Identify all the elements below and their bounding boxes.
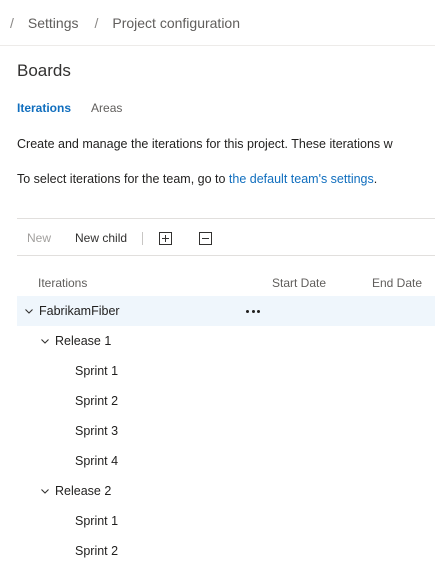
pivot-tabs: Iterations Areas	[17, 101, 142, 115]
tree-row-label: Release 1	[55, 334, 112, 348]
hint-prefix: To select iterations for the team, go to	[17, 172, 229, 186]
breadcrumb: / Settings / Project configuration	[10, 14, 240, 32]
hint-suffix: .	[373, 172, 378, 186]
toolbar: New New child	[17, 228, 213, 248]
tree-row-label: Release 2	[55, 484, 112, 498]
column-header-start-date[interactable]: Start Date	[272, 276, 326, 290]
tree-row-label: FabrikamFiber	[39, 304, 120, 318]
tree-row[interactable]: Release 1	[17, 326, 435, 356]
more-actions-icon[interactable]	[244, 304, 262, 318]
tree-row[interactable]: Sprint 4	[17, 446, 435, 476]
collapse-all-icon[interactable]	[199, 231, 213, 245]
breadcrumb-separator: /	[94, 15, 99, 31]
tab-areas[interactable]: Areas	[91, 101, 122, 115]
tree-row[interactable]: Sprint 1	[17, 506, 435, 536]
tree-row-label: Sprint 1	[75, 364, 119, 378]
toolbar-divider-top	[17, 218, 435, 219]
breadcrumb-project-configuration[interactable]: Project configuration	[112, 15, 240, 31]
chevron-down-icon[interactable]	[23, 305, 35, 317]
tree-row[interactable]: Sprint 2	[17, 536, 435, 562]
tree-row[interactable]: Sprint 1	[17, 356, 435, 386]
default-team-settings-link[interactable]: the default team's settings	[229, 172, 374, 186]
tree-row[interactable]: Release 2	[17, 476, 435, 506]
column-header-iterations[interactable]: Iterations	[38, 276, 87, 290]
toolbar-divider-bottom	[17, 255, 435, 256]
page: / Settings / Project configuration Board…	[0, 0, 435, 562]
description-text: Create and manage the iterations for thi…	[17, 137, 393, 151]
tree-row[interactable]: FabrikamFiber	[17, 296, 435, 326]
header-divider	[0, 45, 435, 46]
chevron-down-icon[interactable]	[39, 485, 51, 497]
tree-row-label: Sprint 2	[75, 544, 119, 558]
tab-iterations[interactable]: Iterations	[17, 101, 71, 115]
tree-row-label: Sprint 1	[75, 514, 119, 528]
team-settings-hint: To select iterations for the team, go to…	[17, 172, 377, 186]
column-header-end-date[interactable]: End Date	[372, 276, 422, 290]
breadcrumb-settings[interactable]: Settings	[28, 15, 79, 31]
new-button[interactable]: New	[27, 231, 51, 245]
tree-row-label: Sprint 4	[75, 454, 119, 468]
tree-row-label: Sprint 3	[75, 424, 119, 438]
toolbar-separator	[142, 231, 144, 245]
tree-row[interactable]: Sprint 3	[17, 416, 435, 446]
page-title: Boards	[17, 61, 71, 80]
expand-all-icon[interactable]	[159, 231, 173, 245]
breadcrumb-separator: /	[10, 15, 14, 31]
tree-row[interactable]: Sprint 2	[17, 386, 435, 416]
new-child-button[interactable]: New child	[75, 231, 127, 245]
tree-row-label: Sprint 2	[75, 394, 119, 408]
chevron-down-icon[interactable]	[39, 335, 51, 347]
